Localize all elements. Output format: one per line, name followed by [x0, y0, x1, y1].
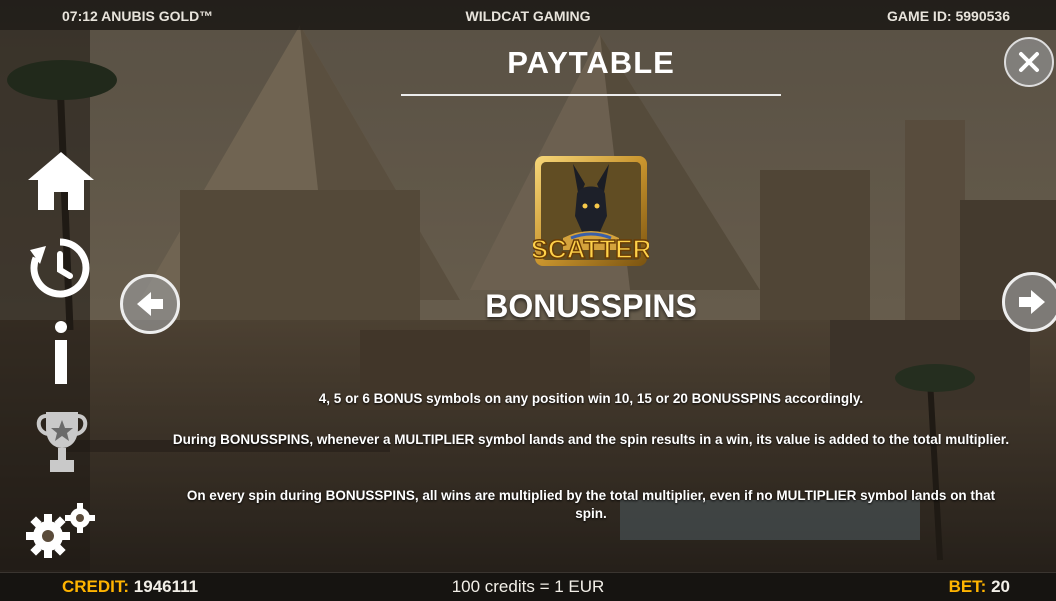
info-button[interactable] — [50, 320, 72, 386]
next-page-button[interactable] — [1002, 272, 1056, 332]
top-bar: 07:12 ANUBIS GOLD™ WILDCAT GAMING GAME I… — [0, 0, 1056, 30]
currency-rate: 100 credits = 1 EUR — [451, 577, 605, 596]
info-icon — [55, 321, 67, 384]
arrow-left-icon — [137, 292, 163, 316]
previous-page-button[interactable] — [120, 274, 180, 334]
bet-display: BET: 20 — [949, 577, 1010, 597]
title-divider — [401, 94, 781, 96]
settings-icon — [26, 503, 95, 558]
home-button[interactable] — [26, 150, 96, 212]
arrow-right-icon — [1019, 290, 1045, 314]
close-icon — [1019, 52, 1039, 72]
history-icon — [30, 238, 90, 298]
game-screen: 07:12 ANUBIS GOLD™ WILDCAT GAMING GAME I… — [0, 0, 1056, 601]
rule-text-2: During BONUSSPINS, whenever a MULTIPLIER… — [172, 432, 1010, 447]
settings-button[interactable] — [24, 500, 100, 560]
scatter-symbol: SCATTER — [533, 156, 649, 266]
section-title: BONUSSPINS — [485, 288, 697, 324]
close-button[interactable] — [1004, 37, 1054, 87]
bottom-bar: CREDIT: 1946111 100 credits = 1 EUR BET:… — [0, 572, 1056, 601]
rule-text-3: On every spin during BONUSSPINS, all win… — [186, 488, 996, 521]
bet-label: BET: — [948, 577, 987, 596]
leaderboard-button[interactable] — [34, 408, 90, 474]
rule-text-1: 4, 5 or 6 BONUS symbols on any position … — [318, 391, 864, 406]
game-id: GAME ID: 5990536 — [887, 8, 1010, 24]
page-title: PAYTABLE — [507, 45, 675, 80]
history-button[interactable] — [28, 236, 92, 300]
trophy-icon — [36, 412, 88, 472]
bet-value: 20 — [991, 577, 1010, 596]
scatter-label: SCATTER — [533, 234, 649, 264]
home-icon — [28, 152, 94, 210]
